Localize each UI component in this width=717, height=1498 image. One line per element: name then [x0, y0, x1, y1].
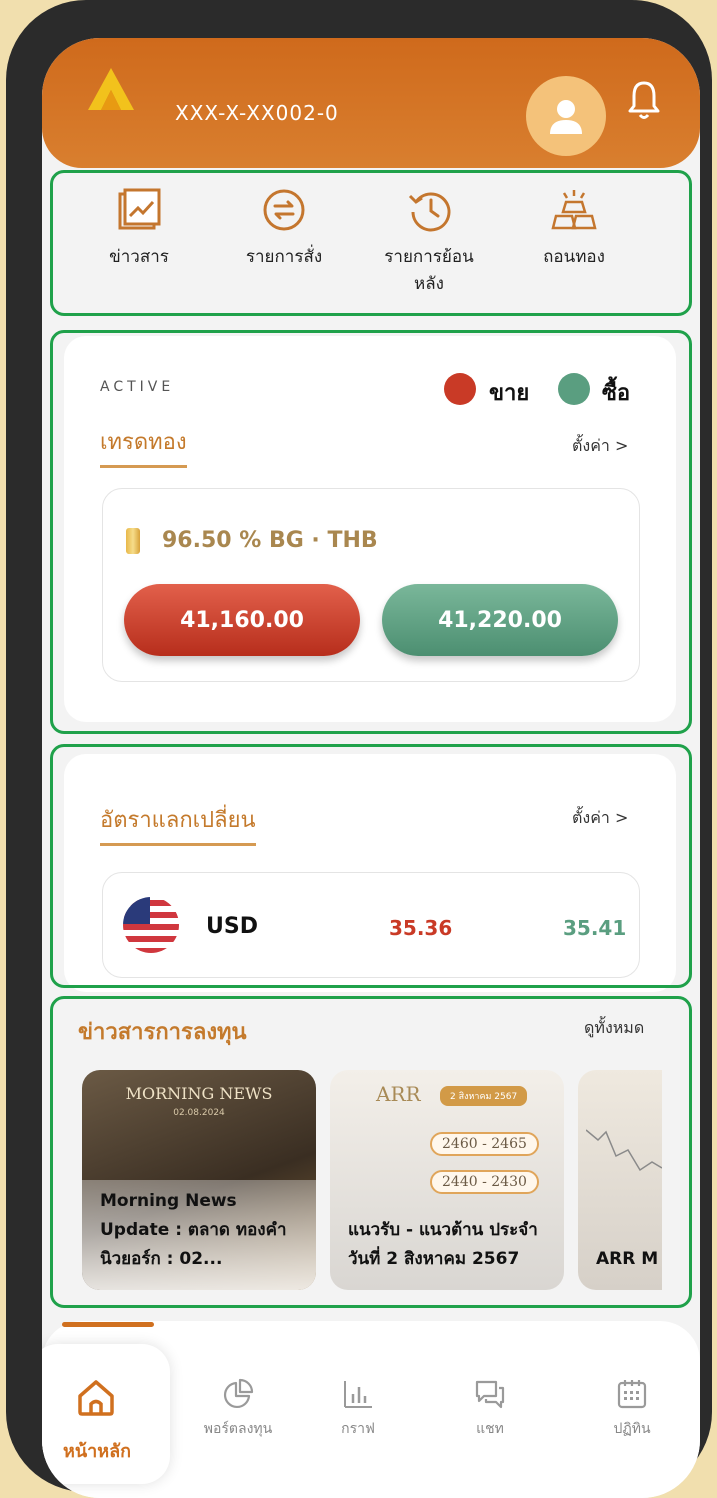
quick-menu-news[interactable]: ข่าวสาร [64, 188, 214, 271]
nav-graph[interactable]: กราฟ [308, 1378, 408, 1440]
news-see-all-link[interactable]: ดูทั้งหมด [584, 1016, 644, 1041]
quick-menu-history-label: รายการย้อน หลัง [384, 247, 474, 294]
news-card-2-logo: ARR [376, 1082, 421, 1106]
news-card-1-banner-date: 02.08.2024 [173, 1108, 225, 1118]
news-section-title: ข่าวสารการลงทุน [78, 1020, 247, 1045]
buy-price-button[interactable]: 41,220.00 [382, 584, 618, 656]
news-card-3[interactable]: ARR M 02-08- กำไรระ [578, 1070, 662, 1290]
news-chart-icon [118, 188, 161, 230]
sell-legend-label: ขาย [489, 381, 530, 406]
quick-menu-withdraw-gold-label: ถอนทอง [543, 247, 605, 267]
buy-legend-dot [558, 373, 590, 405]
home-icon [78, 1380, 114, 1416]
exchange-settings-link[interactable]: ตั้งค่า > [572, 806, 628, 831]
news-card-2-range-1: 2460 - 2465 [430, 1132, 539, 1156]
nav-home-label: หน้าหลัก [62, 1441, 132, 1462]
currency-sell-rate: 35.36 [389, 916, 453, 940]
trade-settings-link[interactable]: ตั้งค่า > [572, 434, 628, 459]
currency-row[interactable] [102, 872, 640, 978]
nav-chat[interactable]: แชท [440, 1378, 540, 1440]
chat-icon [475, 1380, 505, 1409]
nav-graph-label: กราฟ [341, 1421, 375, 1437]
currency-buy-rate: 35.41 [563, 916, 627, 940]
calendar-icon [617, 1380, 647, 1409]
account-number: XXX-X-XX002-0 [175, 101, 339, 125]
news-card-1-banner: MORNING NEWS [125, 1084, 273, 1103]
buy-legend-label: ซื้อ [602, 381, 631, 406]
news-card-3-headline: ARR M 02-08- กำไรระ [596, 1249, 662, 1269]
news-card-2-headline: แนวรับ - แนวต้าน ประจำวันที่ 2 สิงหาคม 2… [348, 1220, 538, 1269]
us-flag-icon [123, 897, 179, 953]
nav-calendar[interactable]: ปฏิทิน [582, 1378, 682, 1440]
user-icon [550, 100, 582, 134]
bar-chart-icon [344, 1381, 372, 1408]
app-header: XXX-X-XX002-0 [42, 38, 700, 168]
currency-code: USD [206, 914, 258, 939]
news-card-1[interactable]: MORNING NEWS 02.08.2024 Morning News Upd… [82, 1070, 316, 1290]
exchange-section-title: อัตราแลกเปลี่ยน [100, 802, 256, 846]
gold-product-name: 96.50 % BG · THB [162, 528, 378, 553]
news-card-2[interactable]: ARR 2 สิงหาคม 2567 2460 - 2465 2440 - 24… [330, 1070, 564, 1290]
history-icon [408, 192, 451, 232]
trade-status: ACTIVE [100, 379, 175, 395]
news-card-1-headline: Morning News Update : ตลาด ทองคำนิวยอร์ก… [100, 1191, 287, 1269]
quick-menu-news-label: ข่าวสาร [109, 247, 169, 267]
quick-menu-orders[interactable]: รายการสั่ง [209, 188, 359, 271]
profile-avatar[interactable] [526, 76, 606, 156]
nav-portfolio-label: พอร์ตลงทุน [203, 1421, 273, 1437]
quick-menu-withdraw-gold[interactable]: ถอนทอง [499, 188, 649, 271]
notification-bell-icon[interactable] [626, 78, 662, 122]
trade-section-title: เทรดทอง [100, 424, 187, 468]
app-screen: XXX-X-XX002-0 ข่าวสาร รายการสั่ง รายการย… [42, 38, 700, 1498]
news-card-2-date-badge: 2 สิงหาคม 2567 [440, 1086, 528, 1106]
exchange-icon [263, 189, 305, 231]
brand-logo-icon [88, 68, 134, 110]
news-card-3-chart-icon [586, 1129, 662, 1172]
gold-bars-icon [551, 190, 597, 230]
pie-chart-icon [223, 1378, 254, 1409]
news-card-2-range-2: 2440 - 2430 [430, 1170, 539, 1194]
phone-frame: XXX-X-XX002-0 ข่าวสาร รายการสั่ง รายการย… [6, 0, 712, 1498]
nav-calendar-label: ปฏิทิน [613, 1421, 651, 1437]
nav-chat-label: แชท [476, 1421, 504, 1437]
nav-portfolio[interactable]: พอร์ตลงทุน [188, 1378, 288, 1440]
sell-legend-dot [444, 373, 476, 405]
nav-active-indicator [62, 1322, 154, 1327]
quick-menu-orders-label: รายการสั่ง [245, 247, 323, 267]
sell-price-button[interactable]: 41,160.00 [124, 584, 360, 656]
quick-menu-history[interactable]: รายการย้อน หลัง [354, 188, 504, 298]
gold-bar-icon [126, 528, 140, 554]
